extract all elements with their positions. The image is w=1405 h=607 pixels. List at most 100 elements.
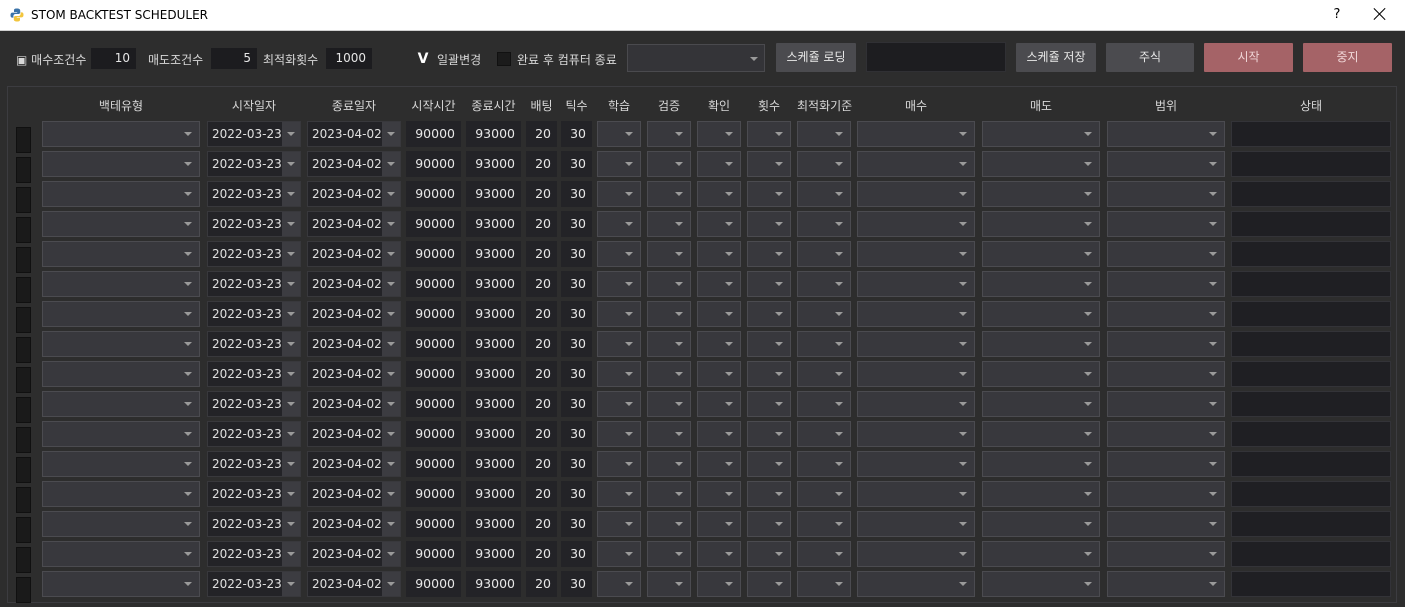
sell-select[interactable] <box>982 271 1100 297</box>
count-select[interactable] <box>747 361 791 387</box>
ticks-input[interactable]: 30 <box>561 301 592 327</box>
start-date-picker[interactable]: 2022-03-23 ( <box>207 511 301 537</box>
end-time-input[interactable]: 93000 <box>466 511 521 537</box>
sell-select[interactable] <box>982 211 1100 237</box>
opt-criterion-select[interactable] <box>797 181 851 207</box>
range-select[interactable] <box>1107 151 1225 177</box>
date-dropdown-button[interactable] <box>382 512 400 536</box>
end-time-input[interactable]: 93000 <box>466 571 521 597</box>
schedule-name-input[interactable] <box>866 42 1006 72</box>
end-time-input[interactable]: 93000 <box>466 331 521 357</box>
start-date-picker[interactable]: 2022-03-23 ( <box>207 211 301 237</box>
backtest-type-select[interactable] <box>42 571 200 597</box>
ticks-input[interactable]: 30 <box>561 451 592 477</box>
train-select[interactable] <box>597 331 641 357</box>
sell-select[interactable] <box>982 121 1100 147</box>
buy-select[interactable] <box>857 211 975 237</box>
backtest-type-select[interactable] <box>42 391 200 417</box>
sell-select[interactable] <box>982 421 1100 447</box>
buy-select[interactable] <box>857 121 975 147</box>
end-time-input[interactable]: 93000 <box>466 391 521 417</box>
start-time-input[interactable]: 90000 <box>406 541 461 567</box>
start-time-input[interactable]: 90000 <box>406 151 461 177</box>
count-select[interactable] <box>747 511 791 537</box>
end-time-input[interactable]: 93000 <box>466 241 521 267</box>
end-date-picker[interactable]: 2023-04-02 ( <box>307 151 401 177</box>
sell-select[interactable] <box>982 301 1100 327</box>
ticks-input[interactable]: 30 <box>561 481 592 507</box>
start-date-picker[interactable]: 2022-03-23 ( <box>207 421 301 447</box>
validate-select[interactable] <box>647 121 691 147</box>
check-select[interactable] <box>697 541 741 567</box>
backtest-type-select[interactable] <box>42 361 200 387</box>
date-dropdown-button[interactable] <box>382 392 400 416</box>
range-select[interactable] <box>1107 451 1225 477</box>
buy-select[interactable] <box>857 331 975 357</box>
row-checkbox[interactable] <box>16 547 31 573</box>
backtest-type-select[interactable] <box>42 121 200 147</box>
validate-select[interactable] <box>647 481 691 507</box>
betting-input[interactable]: 20 <box>526 481 557 507</box>
count-select[interactable] <box>747 451 791 477</box>
check-select[interactable] <box>697 331 741 357</box>
end-date-picker[interactable]: 2023-04-02 ( <box>307 181 401 207</box>
range-select[interactable] <box>1107 241 1225 267</box>
validate-select[interactable] <box>647 571 691 597</box>
count-select[interactable] <box>747 121 791 147</box>
date-dropdown-button[interactable] <box>382 182 400 206</box>
date-dropdown-button[interactable] <box>282 242 300 266</box>
train-select[interactable] <box>597 421 641 447</box>
end-time-input[interactable]: 93000 <box>466 271 521 297</box>
sell-select[interactable] <box>982 241 1100 267</box>
validate-select[interactable] <box>647 511 691 537</box>
date-dropdown-button[interactable] <box>382 362 400 386</box>
check-select[interactable] <box>697 121 741 147</box>
start-date-picker[interactable]: 2022-03-23 ( <box>207 541 301 567</box>
opt-criterion-select[interactable] <box>797 361 851 387</box>
count-select[interactable] <box>747 421 791 447</box>
end-date-picker[interactable]: 2023-04-02 ( <box>307 571 401 597</box>
backtest-type-select[interactable] <box>42 151 200 177</box>
date-dropdown-button[interactable] <box>382 572 400 596</box>
betting-input[interactable]: 20 <box>526 541 557 567</box>
start-time-input[interactable]: 90000 <box>406 181 461 207</box>
validate-select[interactable] <box>647 421 691 447</box>
row-checkbox[interactable] <box>16 127 31 153</box>
row-checkbox[interactable] <box>16 397 31 423</box>
betting-input[interactable]: 20 <box>526 511 557 537</box>
row-checkbox[interactable] <box>16 427 31 453</box>
end-date-picker[interactable]: 2023-04-02 ( <box>307 271 401 297</box>
range-select[interactable] <box>1107 421 1225 447</box>
betting-input[interactable]: 20 <box>526 211 557 237</box>
opt-criterion-select[interactable] <box>797 211 851 237</box>
backtest-type-select[interactable] <box>42 541 200 567</box>
start-time-input[interactable]: 90000 <box>406 301 461 327</box>
date-dropdown-button[interactable] <box>282 542 300 566</box>
validate-select[interactable] <box>647 391 691 417</box>
start-time-input[interactable]: 90000 <box>406 361 461 387</box>
buy-select[interactable] <box>857 391 975 417</box>
end-date-picker[interactable]: 2023-04-02 ( <box>307 451 401 477</box>
bulk-change-checkbox[interactable]: V <box>416 52 430 66</box>
opt-criterion-select[interactable] <box>797 481 851 507</box>
date-dropdown-button[interactable] <box>382 122 400 146</box>
sell-select[interactable] <box>982 571 1100 597</box>
start-date-picker[interactable]: 2022-03-23 ( <box>207 481 301 507</box>
start-time-input[interactable]: 90000 <box>406 211 461 237</box>
date-dropdown-button[interactable] <box>382 482 400 506</box>
betting-input[interactable]: 20 <box>526 121 557 147</box>
start-date-picker[interactable]: 2022-03-23 ( <box>207 271 301 297</box>
check-select[interactable] <box>697 481 741 507</box>
range-select[interactable] <box>1107 211 1225 237</box>
help-button[interactable]: ? <box>1331 7 1343 22</box>
start-time-input[interactable]: 90000 <box>406 241 461 267</box>
row-checkbox[interactable] <box>16 367 31 393</box>
train-select[interactable] <box>597 541 641 567</box>
date-dropdown-button[interactable] <box>382 272 400 296</box>
validate-select[interactable] <box>647 211 691 237</box>
buy-select[interactable] <box>857 421 975 447</box>
start-time-input[interactable]: 90000 <box>406 271 461 297</box>
count-select[interactable] <box>747 181 791 207</box>
row-checkbox[interactable] <box>16 217 31 243</box>
count-select[interactable] <box>747 481 791 507</box>
